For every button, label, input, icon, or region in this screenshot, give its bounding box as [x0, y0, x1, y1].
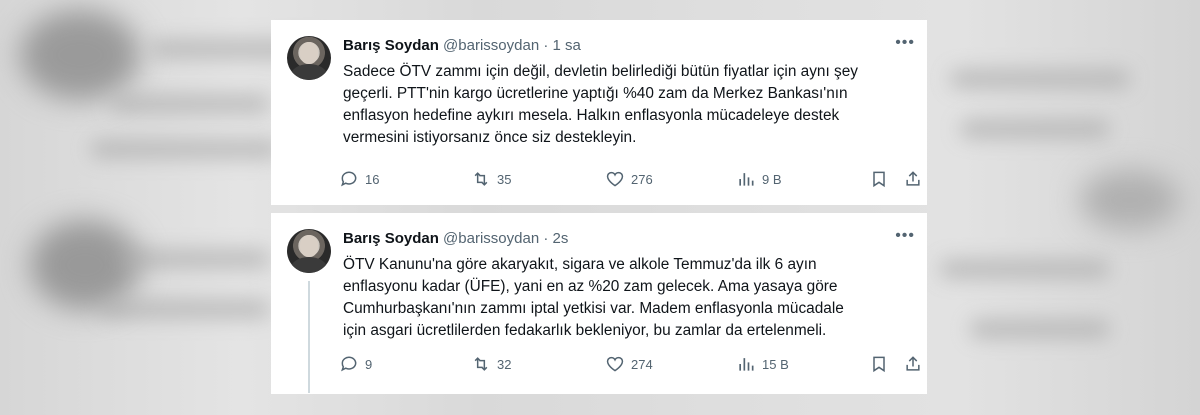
bookmark-icon — [873, 171, 885, 188]
background-blur-shape — [100, 300, 270, 318]
background-blur-shape — [90, 140, 280, 158]
background-blur-shape — [20, 10, 140, 100]
avatar-shoulders — [291, 64, 327, 80]
share-icon — [906, 356, 920, 371]
background-blur-shape — [940, 260, 1110, 278]
background-blur-shape — [1080, 170, 1180, 230]
reply-icon — [341, 356, 357, 372]
like-count: 276 — [631, 171, 653, 187]
avatar-face — [300, 235, 318, 257]
reply-button[interactable]: 16 — [339, 167, 379, 191]
avatar[interactable] — [287, 36, 331, 80]
background-blur-shape — [120, 250, 270, 268]
avatar[interactable] — [287, 229, 331, 273]
views-icon — [739, 358, 754, 371]
more-options-button[interactable]: ••• — [895, 34, 915, 52]
background-blur-shape — [950, 70, 1130, 88]
separator: · — [543, 37, 549, 54]
author-handle[interactable]: @barissoydan — [443, 37, 539, 54]
tweet-text-line: geçerli. PTT'nin kargo ücretlerine yaptı… — [343, 85, 848, 102]
retweet-icon — [474, 357, 488, 371]
author-name[interactable]: Barış Soydan — [343, 230, 439, 247]
share-button[interactable] — [903, 352, 923, 376]
view-count: 15 B — [762, 356, 789, 372]
reply-count: 16 — [365, 171, 380, 187]
like-count: 274 — [631, 356, 653, 372]
view-count: 9 B — [762, 171, 782, 187]
tweet-text-line: Cumhurbaşkanı'nın zammı iptal yetkisi va… — [343, 300, 844, 317]
avatar-face — [300, 42, 318, 64]
author-name[interactable]: Barış Soydan — [343, 37, 439, 54]
avatar-shoulders — [291, 257, 327, 273]
reply-icon — [341, 171, 357, 187]
tweet-text: ÖTV Kanunu'na göre akaryakıt, sigara ve … — [343, 254, 918, 342]
views-icon — [739, 173, 754, 186]
background-blur-shape — [960, 120, 1110, 138]
tweet-text-line: için asgari ücretlilerden fedakarlık bek… — [343, 322, 827, 339]
retweet-count: 32 — [497, 356, 512, 372]
bookmark-icon — [873, 356, 885, 373]
tweet-card[interactable]: Barış Soydan @barissoydan · 2s ••• ÖTV K… — [271, 213, 927, 394]
views-button[interactable]: 15 B — [736, 352, 789, 376]
separator: · — [543, 230, 549, 247]
like-icon — [606, 356, 624, 372]
tweet-header: Barış Soydan @barissoydan · 2s — [343, 230, 568, 247]
tweet-time[interactable]: 1 sa — [553, 37, 581, 54]
tweet-text-line: enflasyon hedefine aykırı mesela. Halkın… — [343, 107, 840, 124]
thread-line — [308, 281, 310, 393]
retweet-button[interactable]: 32 — [471, 352, 511, 376]
tweet-header: Barış Soydan @barissoydan · 1 sa — [343, 37, 581, 54]
background-blur-shape — [970, 320, 1110, 338]
bookmark-button[interactable] — [869, 352, 889, 376]
share-icon — [906, 171, 920, 186]
background-blur-shape — [110, 95, 270, 113]
tweet-card[interactable]: Barış Soydan @barissoydan · 1 sa ••• Sad… — [271, 20, 927, 205]
tweet-actions: 9 32 274 15 B — [339, 352, 920, 376]
tweet-text-line: Sadece ÖTV zammı için değil, devletin be… — [343, 63, 858, 80]
retweet-button[interactable]: 35 — [471, 167, 511, 191]
reply-count: 9 — [365, 356, 373, 372]
like-button[interactable]: 274 — [605, 352, 653, 376]
retweet-icon — [474, 172, 488, 186]
tweet-actions: 16 35 276 9 B — [339, 167, 920, 191]
more-options-button[interactable]: ••• — [895, 227, 915, 245]
retweet-count: 35 — [497, 171, 512, 187]
tweet-text: Sadece ÖTV zammı için değil, devletin be… — [343, 61, 918, 149]
reply-button[interactable]: 9 — [339, 352, 372, 376]
share-button[interactable] — [903, 167, 923, 191]
tweet-text-line: vermesini istiyorsanız önce siz destekle… — [343, 129, 637, 146]
tweet-text-line: ÖTV Kanunu'na göre akaryakıt, sigara ve … — [343, 256, 817, 273]
like-icon — [606, 171, 624, 187]
like-button[interactable]: 276 — [605, 167, 653, 191]
tweet-text-line: enflasyonu kadar (ÜFE), yani en az %20 z… — [343, 278, 838, 295]
views-button[interactable]: 9 B — [736, 167, 782, 191]
bookmark-button[interactable] — [869, 167, 889, 191]
author-handle[interactable]: @barissoydan — [443, 230, 539, 247]
tweet-time[interactable]: 2s — [553, 230, 569, 247]
